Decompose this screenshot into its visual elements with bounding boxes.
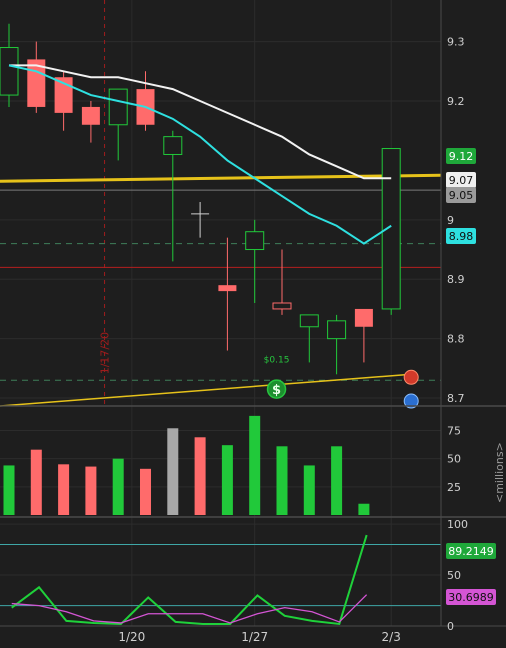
price-tick-label: 9: [447, 214, 454, 227]
volume-bar[interactable]: [249, 415, 261, 515]
gray-level-badge-text: 9.05: [449, 189, 474, 202]
chart-background: [0, 0, 506, 648]
volume-bar[interactable]: [85, 466, 97, 515]
fast-ma-badge: 8.98: [446, 228, 476, 244]
candle-body: [272, 302, 292, 310]
volume-bar[interactable]: [140, 468, 151, 515]
event-marker-label: 1/17/20: [99, 332, 112, 374]
volume-bar[interactable]: [276, 446, 288, 515]
stoch-d-badge: 30.6989: [446, 589, 496, 605]
date-tick-label: 1/27: [241, 630, 268, 644]
volume-bar[interactable]: [112, 458, 124, 515]
volume-bar[interactable]: [194, 437, 206, 515]
candle-body: [0, 47, 19, 96]
slow-ma-badge: 9.07: [446, 172, 476, 188]
earnings-icon[interactable]: [403, 369, 419, 385]
volume-tick-label: 50: [447, 453, 461, 466]
candle-body: [354, 308, 373, 327]
candle-body: [299, 314, 319, 328]
volume-bar[interactable]: [30, 449, 42, 515]
volume-bar[interactable]: [3, 465, 15, 515]
volume-bar[interactable]: [331, 446, 343, 515]
last-price-badge: 9.12: [446, 148, 476, 164]
candle[interactable]: [381, 148, 401, 315]
date-tick-label: 2/3: [382, 630, 401, 644]
fast-ma-badge-text: 8.98: [449, 230, 474, 243]
volume-bar[interactable]: [358, 503, 370, 515]
volume-unit-label: <millions>: [493, 442, 506, 503]
stoch-k-badge: 89.2149: [446, 543, 496, 559]
volume-bar[interactable]: [167, 428, 179, 515]
volume-tick-label: 75: [447, 425, 461, 438]
candle-body: [163, 136, 183, 155]
price-tick-label: 8.7: [447, 392, 465, 405]
candle-body: [218, 285, 237, 292]
slow-ma-badge-text: 9.07: [449, 174, 474, 187]
candle-body: [108, 88, 128, 126]
gray-level-badge: 9.05: [446, 187, 476, 203]
stoch-tick-label: 100: [447, 518, 468, 531]
dividend-icon-glyph: $: [272, 383, 281, 398]
price-tick-label: 9.2: [447, 95, 465, 108]
stock-chart: 1/17/20 $0.15 $ 9.3 9.2 9 8.9 8.8 8.7 75 50 25 <mil…: [0, 0, 506, 648]
price-tick-label: 9.3: [447, 36, 465, 49]
candle-body: [327, 320, 347, 340]
date-tick-label: 1/20: [118, 630, 145, 644]
candle-body: [81, 106, 100, 125]
price-tick-label: 8.9: [447, 273, 465, 286]
last-price-badge-text: 9.12: [449, 150, 474, 163]
stoch-tick-label: 0: [447, 620, 454, 633]
volume-bar[interactable]: [303, 465, 315, 515]
price-tick-label: 8.8: [447, 333, 465, 346]
stoch-tick-label: 50: [447, 569, 461, 582]
stoch-k-badge-text: 89.2149: [448, 545, 494, 558]
volume-tick-label: 25: [447, 481, 461, 494]
stoch-d-badge-text: 30.6989: [448, 591, 494, 604]
candle-body: [245, 231, 265, 251]
dividend-label: $0.15: [264, 355, 290, 365]
volume-bar[interactable]: [58, 464, 70, 515]
volume-bar[interactable]: [221, 445, 233, 515]
